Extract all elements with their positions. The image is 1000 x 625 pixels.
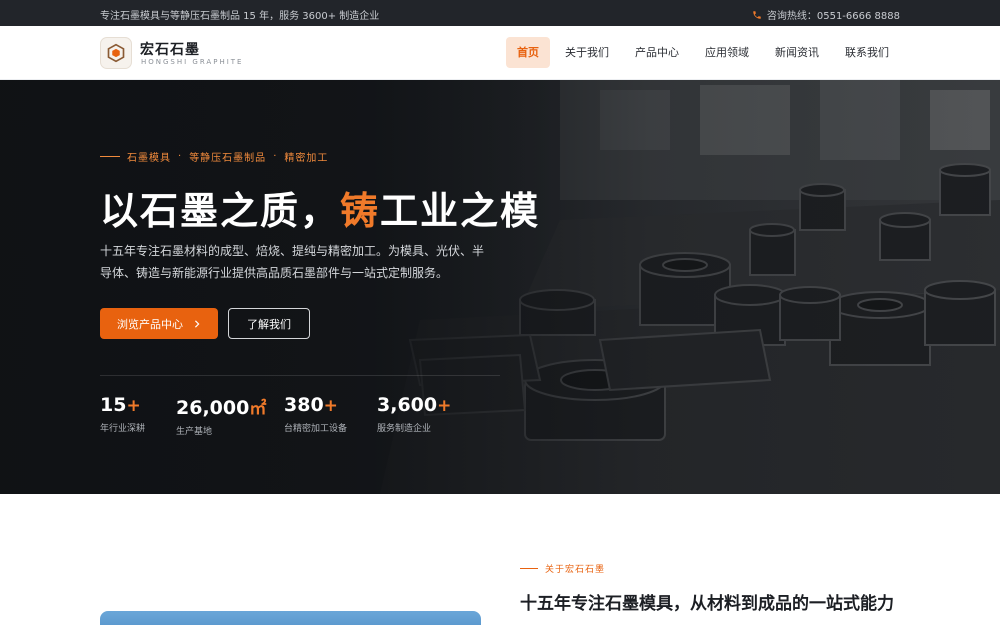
brand-subtitle: HONGSHI GRAPHITE xyxy=(141,58,244,66)
hero-title: 以石墨之质，铸工业之模 xyxy=(100,180,540,235)
stat-label: 台精密加工设备 xyxy=(284,424,348,434)
phone-icon xyxy=(753,10,761,19)
stat-value: 15+ xyxy=(100,394,141,416)
eyebrow-tag-1: 石墨模具 xyxy=(127,153,171,164)
brand-name[interactable]: 宏石石墨 xyxy=(140,39,200,59)
about-eyebrow: 关于宏石石墨 xyxy=(520,562,605,575)
hero-title-accent: 铸 xyxy=(340,189,381,233)
nav-item-applications[interactable]: 应用领域 xyxy=(694,37,760,68)
stat-years: 15+ 年行业深耕 xyxy=(100,394,145,434)
eyebrow-line xyxy=(100,156,120,157)
topbar-tagline: 专注石墨模具与等静压石墨制品 15 年，服务 3600+ 制造企业 xyxy=(100,11,380,22)
stat-equipment: 380+ 台精密加工设备 xyxy=(284,394,347,434)
hero-banner: 石墨模具 · 等静压石墨制品 · 精密加工 以石墨之质，铸工业之模 十五年专注石… xyxy=(0,80,1000,494)
hexagon-logo-icon xyxy=(107,43,125,63)
logo[interactable] xyxy=(100,37,132,69)
main-nav: 首页 关于我们 产品中心 应用领域 新闻资讯 联系我们 xyxy=(506,37,900,68)
stat-clients: 3,600+ 服务制造企业 xyxy=(377,394,451,434)
nav-item-about[interactable]: 关于我们 xyxy=(554,37,620,68)
stat-label: 服务制造企业 xyxy=(377,424,432,434)
hero-title-part-1: 以石墨之质， xyxy=(100,189,341,233)
about-title: 十五年专注石墨模具，从材料到成品的一站式能力 xyxy=(520,594,894,614)
about-us-button[interactable]: 了解我们 xyxy=(228,308,310,339)
browse-products-label: 浏览产品中心 xyxy=(117,317,183,331)
browse-products-button[interactable]: 浏览产品中心 xyxy=(100,308,218,339)
eyebrow-tag-2: 等静压石墨制品 xyxy=(189,153,267,164)
stat-area: 26,000㎡ 生产基地 xyxy=(176,394,266,437)
stat-label: 生产基地 xyxy=(176,427,213,437)
stat-value: 380+ xyxy=(284,394,338,416)
nav-item-contact[interactable]: 联系我们 xyxy=(834,37,900,68)
stats-divider xyxy=(100,375,500,376)
nav-item-products[interactable]: 产品中心 xyxy=(624,37,690,68)
about-eyebrow-line xyxy=(520,568,538,569)
eyebrow-tag-3: 精密加工 xyxy=(284,153,329,164)
stat-value: 3,600+ xyxy=(377,394,452,416)
top-info-bar: 专注石墨模具与等静压石墨制品 15 年，服务 3600+ 制造企业 咨询热线：0… xyxy=(0,0,1000,26)
eyebrow-separator: · xyxy=(273,151,278,162)
about-eyebrow-text: 关于宏石石墨 xyxy=(545,565,606,575)
eyebrow-separator: · xyxy=(178,151,183,162)
nav-item-home[interactable]: 首页 xyxy=(506,37,550,68)
topbar-hotline[interactable]: 咨询热线：0551-6666 8888 xyxy=(752,7,900,22)
hotline-text: 咨询热线：0551-6666 8888 xyxy=(766,11,900,22)
hero-eyebrow: 石墨模具 · 等静压石墨制品 · 精密加工 xyxy=(100,149,328,164)
nav-item-news[interactable]: 新闻资讯 xyxy=(764,37,830,68)
hero-overlay xyxy=(0,80,1000,494)
site-header: 宏石石墨 HONGSHI GRAPHITE 首页 关于我们 产品中心 应用领域 … xyxy=(0,26,1000,80)
stat-label: 年行业深耕 xyxy=(100,424,146,434)
hero-title-part-2: 工业之模 xyxy=(380,189,541,233)
hero-description: 十五年专注石墨材料的成型、焙烧、提纯与精密加工。为模具、光伏、半导体、铸造与新能… xyxy=(100,244,485,280)
about-image xyxy=(100,611,481,625)
chevron-right-icon xyxy=(194,319,200,328)
stat-value: 26,000㎡ xyxy=(176,397,267,419)
